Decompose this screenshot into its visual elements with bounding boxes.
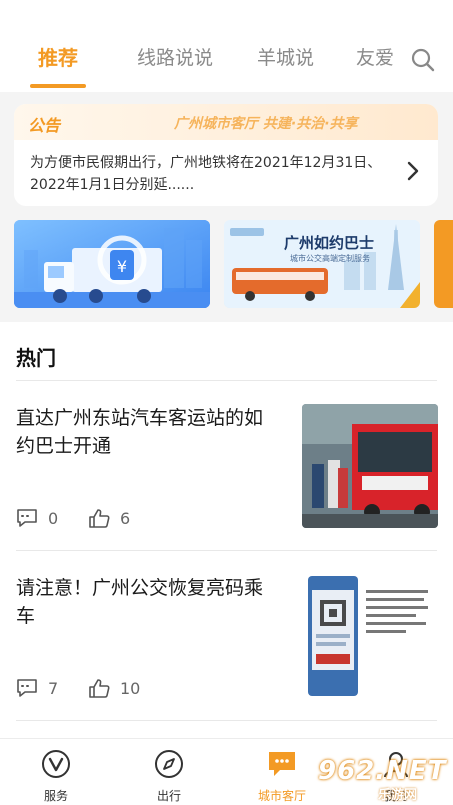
- article-thumbnail[interactable]: [302, 574, 438, 698]
- announcement-slogan: 广州城市客厅 共建·共治·共享: [174, 116, 358, 132]
- svg-text:¥: ¥: [117, 257, 127, 276]
- hot-feed: 热门 直达广州东站汽车客运站的如约巴士开通 0 6 请注意！广州公交恢复亮码乘车…: [0, 322, 453, 738]
- compass-icon: [155, 750, 183, 778]
- comment-stat[interactable]: 0: [16, 508, 58, 528]
- watermark-subtext: 乐游网: [378, 788, 418, 803]
- comment-count: 0: [48, 508, 59, 528]
- health-code-poster: [302, 574, 438, 698]
- comment-icon: [17, 509, 37, 527]
- banner-truck-payment[interactable]: ¥: [14, 220, 210, 308]
- banner-partial[interactable]: [434, 220, 453, 308]
- category-tabs: 推荐 线路说说 羊城说 友爱: [0, 40, 410, 76]
- bus-photo: [302, 404, 438, 528]
- tab-friendly[interactable]: 友爱: [356, 40, 394, 76]
- divider: [16, 380, 437, 381]
- comment-stat[interactable]: 7: [16, 678, 58, 698]
- announcement-header: 公告 广州城市客厅 共建·共治·共享: [14, 104, 438, 140]
- v-logo-icon: [42, 750, 70, 778]
- top-tab-bar: 推荐 线路说说 羊城说 友爱: [0, 0, 453, 92]
- chat-bubble-icon: [269, 752, 295, 776]
- thumbs-up-icon: [89, 679, 110, 698]
- nav-label: 服务: [43, 789, 68, 803]
- banner-title: 广州如约巴士: [284, 234, 375, 252]
- tab-route-talk[interactable]: 线路说说: [137, 40, 213, 76]
- like-count: 6: [120, 508, 131, 528]
- announcement-title: 公告: [28, 116, 61, 135]
- nav-item-travel[interactable]: 出行: [129, 749, 209, 804]
- article-thumbnail[interactable]: [302, 404, 438, 528]
- tab-recommend[interactable]: 推荐: [38, 40, 78, 76]
- divider: [16, 550, 437, 551]
- truck-illustration: ¥: [14, 220, 210, 308]
- like-count: 10: [120, 678, 141, 698]
- like-stat[interactable]: 6: [88, 508, 130, 528]
- tab-yangcheng-talk[interactable]: 羊城说: [257, 40, 314, 76]
- site-watermark: 962.NET 乐游网: [318, 756, 448, 803]
- nav-item-city-lounge[interactable]: 城市客厅: [242, 749, 322, 804]
- banner-ruyue-bus[interactable]: 广州如约巴士 城市公交高端定制服务: [224, 220, 420, 308]
- article-card[interactable]: 直达广州东站汽车客运站的如约巴士开通 0 6: [0, 382, 453, 552]
- banner-subtitle: 城市公交高端定制服务: [290, 254, 370, 263]
- article-title: 直达广州东站汽车客运站的如约巴士开通: [16, 407, 264, 457]
- watermark-text: 962.NET: [318, 756, 447, 786]
- announcement-card[interactable]: 公告 广州城市客厅 共建·共治·共享 为方便市民假期出行，广州地铁将在2021年…: [14, 104, 438, 206]
- chevron-right-icon[interactable]: [406, 160, 420, 182]
- nav-label: 城市客厅: [257, 789, 306, 803]
- nav-item-service[interactable]: 服务: [16, 749, 96, 804]
- active-tab-indicator: [30, 84, 86, 88]
- article-title: 请注意！广州公交恢复亮码乘车: [16, 577, 264, 627]
- like-stat[interactable]: 10: [88, 678, 140, 698]
- comment-count: 7: [48, 678, 59, 698]
- article-card[interactable]: 请注意！广州公交恢复亮码乘车 7 10: [0, 552, 453, 722]
- comment-icon: [17, 679, 37, 697]
- app-screen: 推荐 线路说说 羊城说 友爱 公告 广州城市客厅 共建·共治·共享 为方便市民假…: [0, 0, 453, 805]
- thumbs-up-icon: [89, 509, 110, 528]
- search-icon[interactable]: [410, 47, 436, 73]
- announcement-text: 为方便市民假期出行，广州地铁将在2021年12月31日、2022年1月1日分别延…: [30, 155, 382, 193]
- divider: [16, 720, 437, 721]
- section-title: 热门: [16, 346, 56, 370]
- nav-label: 出行: [156, 789, 181, 803]
